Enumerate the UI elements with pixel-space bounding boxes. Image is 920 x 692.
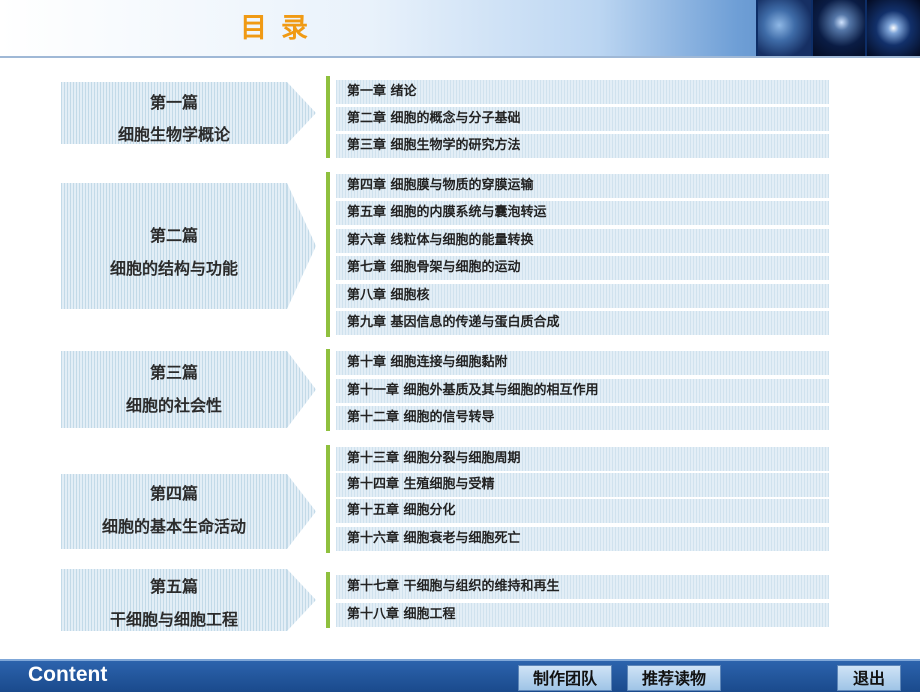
cell-images: [756, 0, 920, 56]
part-4-arrow: [287, 474, 316, 549]
part-2-arrow: [287, 183, 316, 309]
part-3-name: 第三篇: [149, 363, 198, 382]
chapter-10[interactable]: 第十章 细胞连接与细胞黏附: [336, 351, 829, 375]
chapter-1[interactable]: 第一章 绪论: [336, 80, 829, 104]
part-3-chapters: 第十章 细胞连接与细胞黏附 第十一章 细胞外基质及其与细胞的相互作用 第十二章 …: [326, 349, 829, 431]
chapter-3[interactable]: 第三章 细胞生物学的研究方法: [336, 134, 829, 158]
part-5-name: 第五篇: [149, 577, 198, 596]
part-1-bar: [326, 76, 330, 158]
chapter-8[interactable]: 第八章 细胞核: [336, 284, 829, 308]
part-2-block[interactable]: 第二篇 细胞的结构与功能: [61, 183, 316, 309]
chapter-2[interactable]: 第二章 细胞的概念与分子基础: [336, 107, 829, 131]
part-5-block[interactable]: 第五篇 干细胞与细胞工程: [61, 569, 316, 631]
part-2-name: 第二篇: [149, 226, 198, 245]
team-button[interactable]: 制作团队: [518, 665, 612, 691]
chapter-14[interactable]: 第十四章 生殖细胞与受精: [336, 473, 829, 497]
part-4-bar: [326, 445, 330, 553]
chapter-16[interactable]: 第十六章 细胞衰老与细胞死亡: [336, 527, 829, 551]
part-5-bar: [326, 572, 330, 628]
part-4-block[interactable]: 第四篇 细胞的基本生命活动: [61, 474, 316, 549]
part-3-title: 细胞的社会性: [125, 396, 222, 415]
part-1-block[interactable]: 第一篇 细胞生物学概论: [61, 82, 316, 144]
part-3-block[interactable]: 第三篇 细胞的社会性: [61, 351, 316, 428]
page-title: 目录: [240, 13, 322, 44]
chapter-4[interactable]: 第四章 细胞膜与物质的穿膜运输: [336, 174, 829, 198]
part-2-chapters: 第四章 细胞膜与物质的穿膜运输 第五章 细胞的内膜系统与囊泡转运 第六章 线粒体…: [326, 172, 829, 337]
chapter-18[interactable]: 第十八章 细胞工程: [336, 603, 829, 627]
part-4-chapters: 第十三章 细胞分裂与细胞周期 第十四章 生殖细胞与受精 第十五章 细胞分化 第十…: [326, 445, 829, 553]
footer-bar: Content 制作团队 推荐读物 退出: [0, 659, 920, 692]
part-4-name: 第四篇: [149, 484, 198, 503]
part-1-arrow: [287, 82, 316, 144]
cell-image-1: [756, 0, 811, 56]
chapter-6[interactable]: 第六章 线粒体与细胞的能量转换: [336, 229, 829, 253]
chapter-7[interactable]: 第七章 细胞骨架与细胞的运动: [336, 256, 829, 280]
cell-image-2: [810, 0, 866, 56]
part-2-title: 细胞的结构与功能: [109, 259, 238, 278]
header-banner: 目录: [0, 0, 920, 58]
chapter-9[interactable]: 第九章 基因信息的传递与蛋白质合成: [336, 311, 829, 335]
part-1-chapters: 第一章 绪论 第二章 细胞的概念与分子基础 第三章 细胞生物学的研究方法: [326, 76, 829, 158]
part-5-chapters: 第十七章 干细胞与组织的维持和再生 第十八章 细胞工程: [326, 572, 829, 628]
chapter-17[interactable]: 第十七章 干细胞与组织的维持和再生: [336, 575, 829, 599]
content-label: Content: [28, 663, 108, 686]
chapter-5[interactable]: 第五章 细胞的内膜系统与囊泡转运: [336, 201, 829, 225]
exit-button[interactable]: 退出: [837, 665, 901, 691]
part-5-title: 干细胞与细胞工程: [109, 610, 238, 629]
part-3-bar: [326, 349, 330, 431]
part-4-title: 细胞的基本生命活动: [101, 517, 246, 536]
part-2-bar: [326, 172, 330, 337]
part-3-arrow: [287, 351, 316, 428]
cell-image-3: [865, 0, 920, 56]
chapter-15[interactable]: 第十五章 细胞分化: [336, 499, 829, 523]
chapter-13[interactable]: 第十三章 细胞分裂与细胞周期: [336, 447, 829, 471]
part-5-arrow: [287, 569, 316, 631]
part-1-title: 细胞生物学概论: [117, 125, 230, 144]
reading-button[interactable]: 推荐读物: [627, 665, 721, 691]
part-1-name: 第一篇: [149, 93, 198, 112]
chapter-11[interactable]: 第十一章 细胞外基质及其与细胞的相互作用: [336, 379, 829, 403]
chapter-12[interactable]: 第十二章 细胞的信号转导: [336, 406, 829, 430]
